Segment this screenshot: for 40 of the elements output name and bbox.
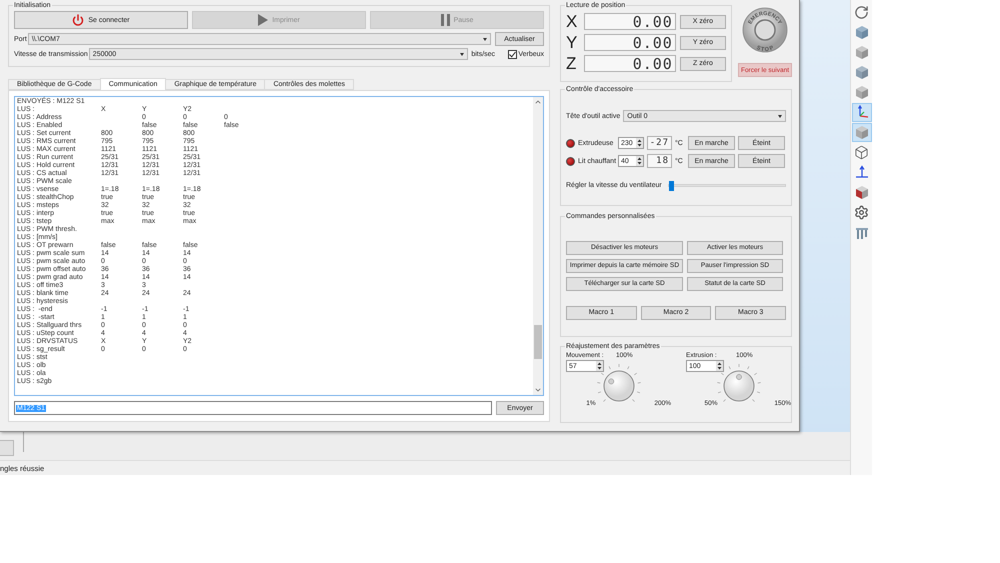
scroll-down-icon	[534, 386, 542, 394]
cube-icon	[854, 85, 868, 100]
arrow-up-icon	[854, 165, 868, 180]
power-icon	[72, 14, 84, 26]
position-display: 0.00	[584, 34, 676, 51]
cube-icon	[854, 25, 868, 40]
caret-icon	[483, 38, 487, 40]
toolbar-item[interactable]	[852, 123, 872, 142]
wireframe-cube-icon	[854, 145, 869, 160]
rotate-icon	[854, 5, 869, 20]
checkbox[interactable]	[508, 50, 518, 58]
settings-icon	[854, 205, 869, 220]
bars-icon	[854, 226, 868, 240]
scroll-up-icon	[534, 98, 542, 106]
axis-label: X	[566, 13, 578, 30]
temperature-display: 18	[647, 154, 672, 168]
status-led	[566, 156, 575, 166]
axis-label: Z	[566, 55, 578, 72]
cube-icon	[854, 185, 868, 200]
pause-icon	[440, 14, 450, 26]
spin-arrows-icon	[596, 361, 603, 372]
check-icon	[509, 50, 516, 58]
spin-arrows-icon	[716, 361, 723, 372]
caret-icon	[778, 114, 782, 118]
cube-icon	[854, 65, 868, 80]
slider-thumb[interactable]	[668, 181, 674, 191]
spin-arrows-icon	[636, 138, 643, 148]
position-display: 0.00	[584, 55, 676, 72]
cube-icon	[854, 125, 868, 140]
status-led	[566, 138, 575, 148]
axis-label: Y	[566, 34, 578, 51]
toolbar-item[interactable]	[852, 103, 872, 122]
cube-icon	[854, 45, 868, 60]
temperature-display: -27	[647, 136, 672, 150]
caret-icon	[460, 52, 464, 56]
spin-arrows-icon	[636, 156, 643, 166]
scrollbar[interactable]	[533, 97, 543, 395]
play-icon	[258, 14, 268, 26]
position-display: 0.00	[584, 13, 676, 30]
scrollbar-thumb[interactable]	[534, 325, 542, 359]
